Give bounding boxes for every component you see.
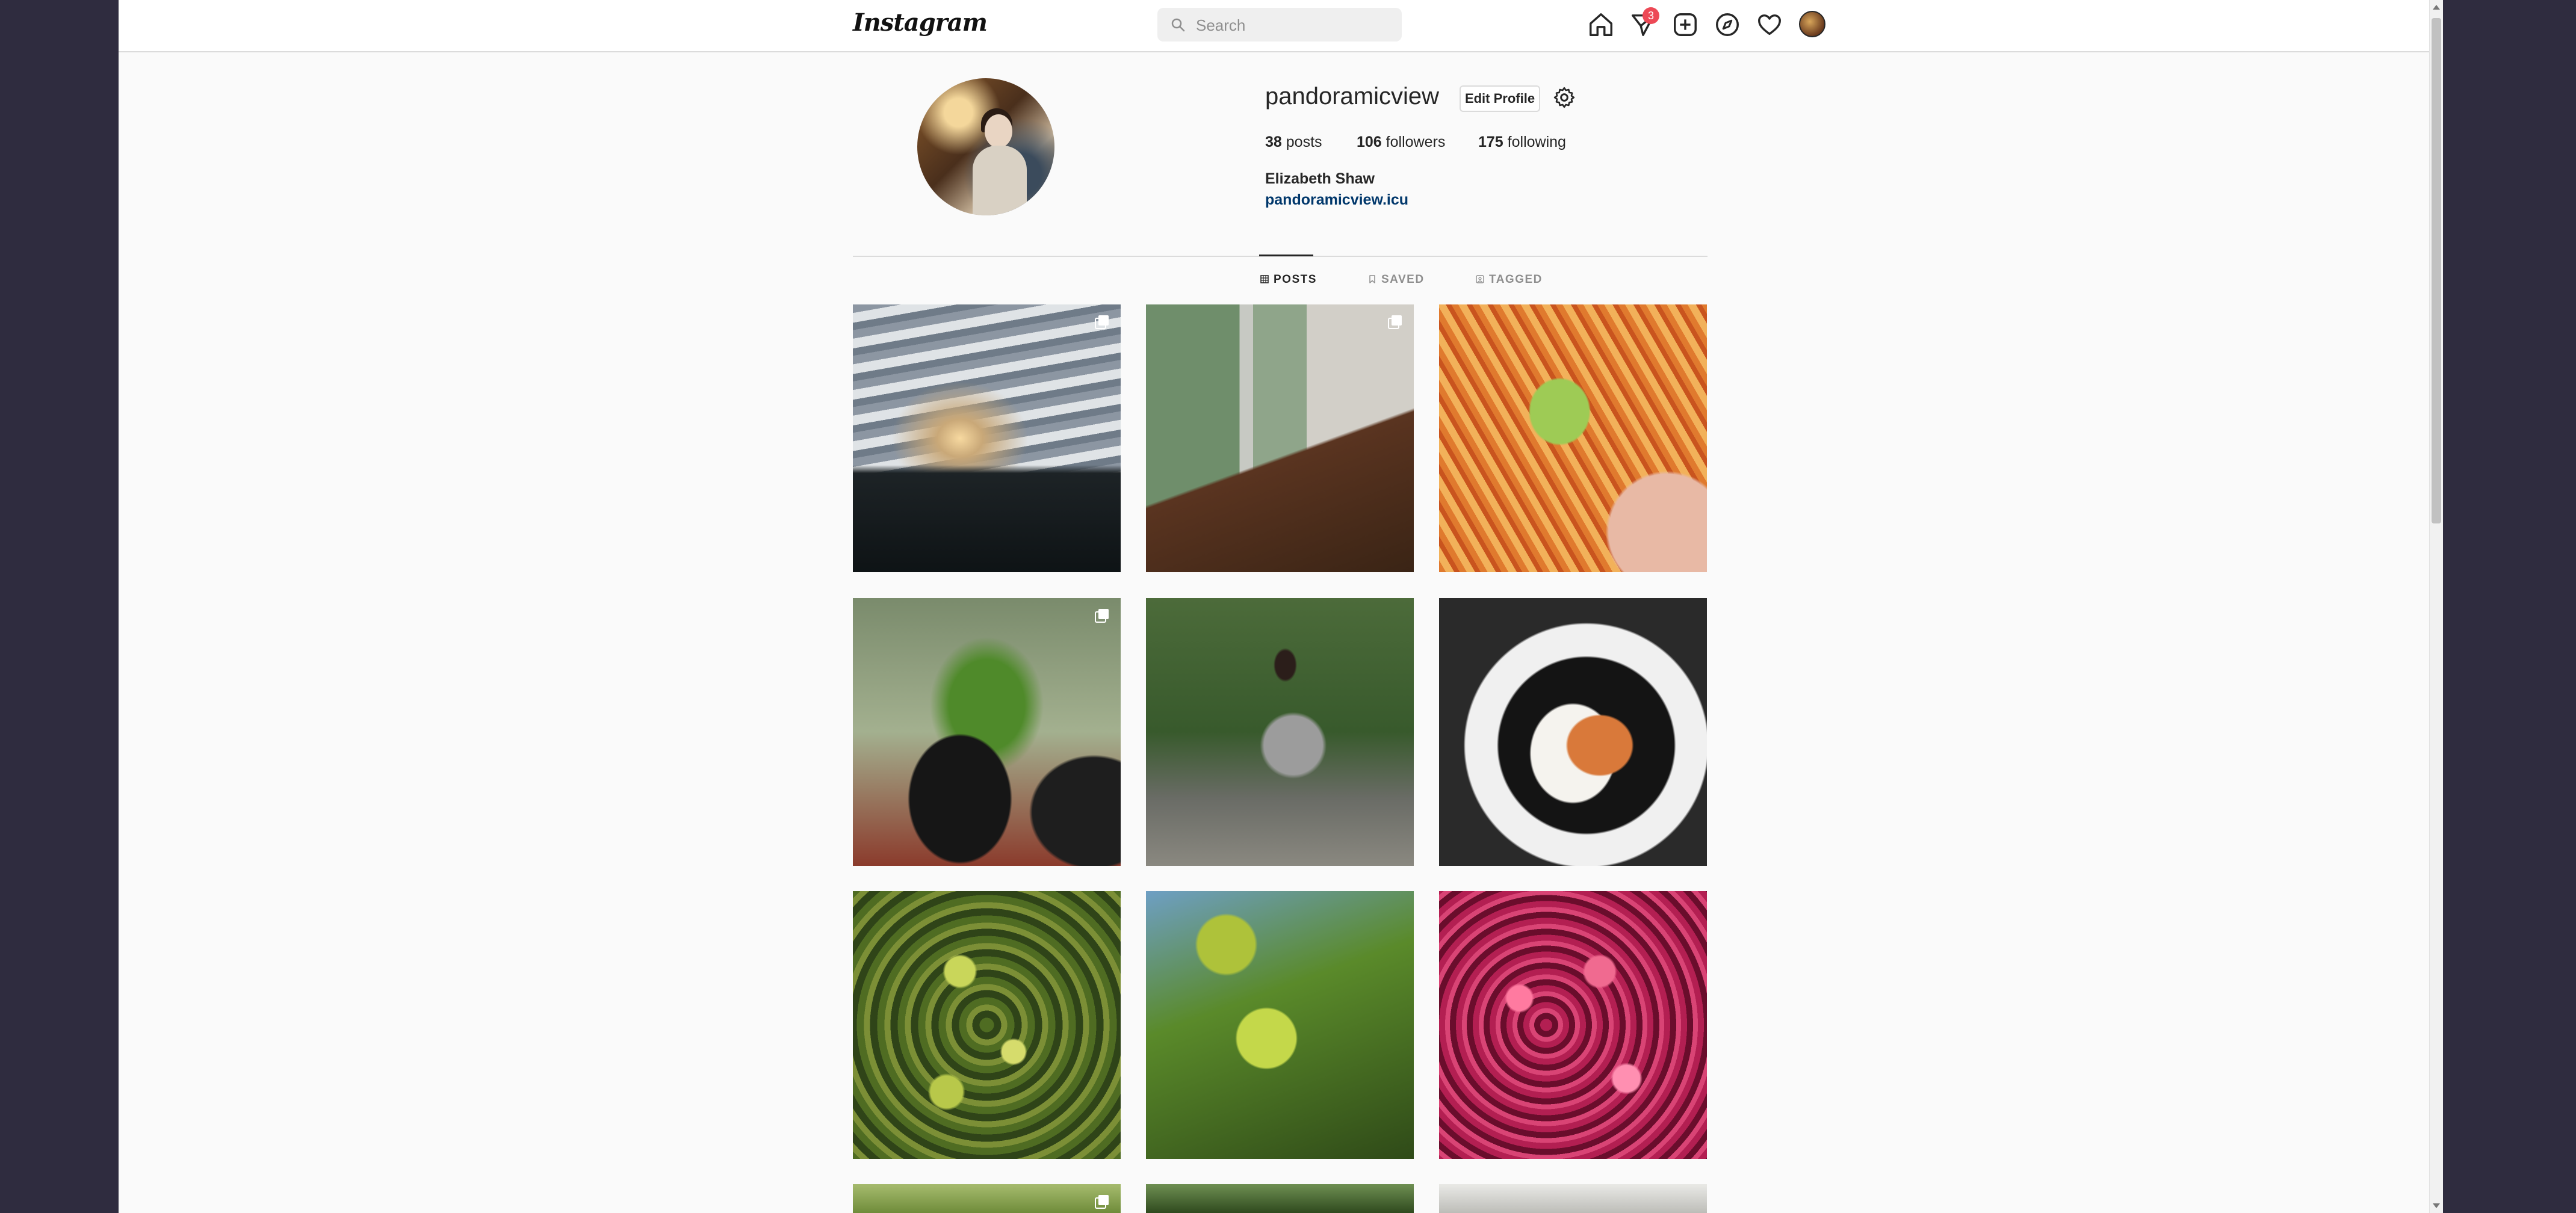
profile-username: pandoramicview	[1265, 83, 1440, 110]
activity-heart-icon[interactable]	[1756, 11, 1783, 39]
post-thumbnail-succulent-flowers[interactable]	[853, 891, 1121, 1159]
tagged-icon	[1476, 275, 1484, 283]
post-thumbnail-katsu-curry-plate[interactable]	[1439, 598, 1707, 866]
tab-posts[interactable]: POSTS	[1260, 273, 1317, 286]
tab-saved-label: SAVED	[1381, 273, 1425, 286]
posts-count: 38	[1265, 134, 1282, 150]
instagram-logo[interactable]: Instagram	[853, 8, 988, 37]
home-icon[interactable]	[1587, 11, 1615, 39]
posts-label: posts	[1286, 134, 1322, 150]
post-thumbnail-snack-with-wasabi[interactable]	[1439, 304, 1707, 572]
post-thumbnail-sunset-over-trees[interactable]	[853, 304, 1121, 572]
profile-picture-body	[973, 146, 1027, 215]
profile-picture[interactable]	[917, 78, 1054, 215]
profile-website-link[interactable]: pandoramicview.icu	[1265, 191, 1408, 209]
new-post-icon[interactable]	[1671, 11, 1699, 39]
edit-profile-button[interactable]: Edit Profile	[1460, 85, 1540, 112]
post-thumbnail-lavender-plant[interactable]	[853, 1184, 1121, 1213]
browser-window: Instagram 3	[119, 0, 2443, 1213]
multiple-photos-icon	[1095, 315, 1109, 329]
following-count: 175	[1478, 134, 1503, 150]
tab-posts-label: POSTS	[1274, 273, 1317, 286]
profile-full-name: Elizabeth Shaw	[1265, 170, 1375, 187]
followers-stat[interactable]: 106 followers	[1357, 134, 1445, 151]
post-thumbnail-pink-blossoms[interactable]	[1439, 891, 1707, 1159]
search-input[interactable]	[1195, 13, 1390, 38]
tab-saved[interactable]: SAVED	[1368, 273, 1425, 286]
post-thumbnail-woman-on-garden-path[interactable]	[1146, 598, 1414, 866]
scroll-down-arrow-icon[interactable]	[2433, 1203, 2440, 1208]
grid-icon	[1260, 275, 1269, 283]
bookmark-icon	[1369, 275, 1375, 283]
messages-badge: 3	[1643, 7, 1659, 24]
followers-count: 106	[1357, 134, 1382, 150]
search-icon	[1171, 18, 1185, 32]
followers-label: followers	[1386, 134, 1446, 150]
vertical-scrollbar[interactable]	[2429, 0, 2443, 1213]
top-navigation-bar: Instagram 3	[119, 0, 2443, 52]
profile-avatar-icon[interactable]	[1799, 11, 1825, 37]
following-label: following	[1507, 134, 1566, 150]
multiple-photos-icon	[1388, 315, 1402, 329]
following-stat[interactable]: 175 following	[1478, 134, 1566, 151]
explore-icon[interactable]	[1714, 11, 1741, 39]
profile-picture-face	[985, 114, 1012, 148]
post-thumbnail-window-sill-plants[interactable]	[1146, 304, 1414, 572]
scroll-up-arrow-icon[interactable]	[2433, 5, 2440, 10]
multiple-photos-icon	[1095, 1195, 1109, 1209]
post-thumbnail-leafy-plant[interactable]	[1146, 1184, 1414, 1213]
post-thumbnail-white-object[interactable]	[1439, 1184, 1707, 1213]
direct-messages-icon[interactable]: 3	[1629, 7, 1659, 39]
settings-gear-icon[interactable]	[1552, 85, 1576, 110]
tab-tagged-label: TAGGED	[1489, 273, 1543, 286]
scrollbar-thumb[interactable]	[2432, 18, 2441, 523]
posts-stat: 38 posts	[1265, 134, 1322, 151]
tab-tagged[interactable]: TAGGED	[1476, 273, 1543, 286]
active-tab-indicator	[1259, 255, 1313, 256]
search-box[interactable]	[1157, 8, 1402, 42]
post-thumbnail-green-spurge-flowers[interactable]	[1146, 891, 1414, 1159]
post-thumbnail-potted-seedlings[interactable]	[853, 598, 1121, 866]
multiple-photos-icon	[1095, 609, 1109, 623]
